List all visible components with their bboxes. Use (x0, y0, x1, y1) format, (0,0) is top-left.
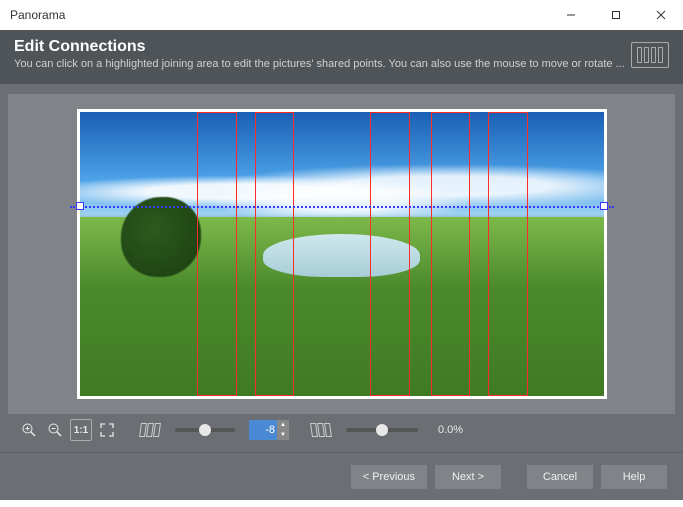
panorama-preview[interactable] (77, 109, 607, 399)
toolbar: 1:1 ▲▼ 0.0% (8, 414, 675, 446)
angle-slider[interactable] (175, 428, 235, 432)
next-button[interactable]: Next > (435, 465, 501, 489)
angle-down-icon[interactable]: ▼ (277, 430, 289, 440)
skew-left-icon (139, 423, 162, 437)
percent-label: 0.0% (438, 424, 478, 436)
previous-button[interactable]: < Previous (351, 465, 427, 489)
angle-spinbox[interactable]: ▲▼ (249, 420, 289, 440)
cancel-button[interactable]: Cancel (527, 465, 593, 489)
zoom-1to1-button[interactable]: 1:1 (70, 419, 92, 441)
angle-input[interactable] (249, 420, 277, 440)
window-title: Panorama (10, 8, 65, 22)
canvas-area: 1:1 ▲▼ 0.0% (0, 84, 683, 452)
maximize-button[interactable] (593, 0, 638, 30)
perspective-slider-thumb[interactable] (376, 424, 388, 436)
panorama-strip-icon (631, 42, 669, 68)
fit-screen-icon[interactable] (96, 419, 118, 441)
help-button[interactable]: Help (601, 465, 667, 489)
close-button[interactable] (638, 0, 683, 30)
page-subtitle: You can click on a highlighted joining a… (14, 58, 631, 70)
skew-right-icon (310, 423, 333, 437)
zoom-out-icon[interactable] (44, 419, 66, 441)
dialog-header: Edit Connections You can click on a high… (0, 30, 683, 84)
minimize-button[interactable] (548, 0, 593, 30)
zoom-in-icon[interactable] (18, 419, 40, 441)
angle-slider-thumb[interactable] (199, 424, 211, 436)
page-title: Edit Connections (14, 38, 631, 56)
lake (263, 234, 420, 277)
dialog-footer: < Previous Next > Cancel Help (0, 452, 683, 500)
titlebar: Panorama (0, 0, 683, 30)
perspective-slider[interactable] (346, 428, 418, 432)
angle-up-icon[interactable]: ▲ (277, 420, 289, 430)
preview-canvas[interactable] (8, 94, 675, 414)
